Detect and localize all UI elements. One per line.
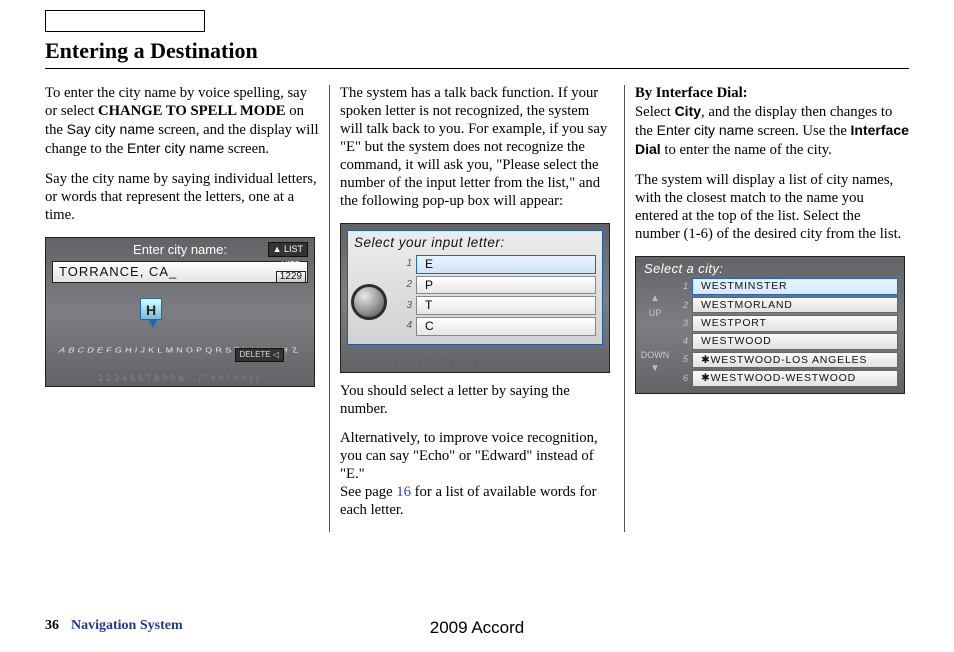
down-arrow-icon[interactable]: ▼ — [640, 362, 670, 376]
fig3-header: Select a city: — [636, 257, 904, 279]
row-number: 3 — [398, 300, 412, 312]
header-small-box — [45, 10, 205, 32]
column-2: The system has a talk back function. If … — [330, 85, 625, 532]
ui-label: City — [675, 103, 701, 119]
column-1: To enter the city name by voice spelling… — [45, 85, 330, 532]
city-row[interactable]: 2 WESTMORLAND — [674, 297, 898, 314]
scroll-arrows[interactable]: ▲ UP DOWN ▼ — [640, 292, 670, 376]
page-footer: 36 Navigation System 2009 Accord — [45, 618, 909, 634]
figure-select-input-letter: Select your input letter: 1 E 2 P 3 T — [340, 223, 610, 373]
fig3-list: ▲ UP DOWN ▼ 1 WESTMINSTER 2 WESTMORLAND … — [636, 278, 904, 392]
row-number: 6 — [674, 373, 688, 384]
bold-command: CHANGE TO SPELL MODE — [98, 103, 286, 119]
city-input-field[interactable]: TORRANCE, CA_ — [52, 261, 308, 283]
row-value: WESTMORLAND — [692, 297, 898, 314]
fig1-header: Enter city name: ▲ LIST — [46, 238, 314, 258]
interface-dial-icon[interactable] — [351, 284, 387, 320]
up-label: UP — [640, 306, 670, 320]
row-number: 1 — [674, 281, 688, 292]
down-label: DOWN — [640, 348, 670, 362]
letter-row[interactable]: 2 P — [398, 276, 596, 295]
row-value: WESTPORT — [692, 315, 898, 332]
row-value: P — [416, 276, 596, 295]
fig1-header-text: Enter city name: — [133, 242, 227, 257]
row-value: ✱WESTWOOD-WESTWOOD — [692, 370, 898, 387]
row-value: T — [416, 296, 596, 315]
row-number: 4 — [674, 336, 688, 347]
subheading: By Interface Dial: — [635, 85, 748, 101]
model-year: 2009 Accord — [45, 618, 909, 638]
hits-label: HITS — [276, 260, 306, 270]
city-row[interactable]: 4 WESTWOOD — [674, 333, 898, 350]
delete-button[interactable]: DELETE ◁ — [235, 348, 285, 362]
text: screen. Use the — [754, 123, 851, 139]
hits-value: 1229 — [276, 271, 306, 283]
screen-name: Enter city name — [657, 122, 754, 138]
fig2-bottom-row[interactable]: 1234567890&-./"+#*<>() — [341, 358, 609, 369]
city-row[interactable]: 5 ✱WESTWOOD-LOS ANGELES — [674, 352, 898, 369]
text: screen. — [224, 141, 269, 157]
row-number: 3 — [674, 318, 688, 329]
fig2-title: Select your input letter: — [354, 235, 596, 251]
keyboard-arc: ABCDEFGHIJKLMNOPQRSTUVWXYZ DELETE ◁ — [46, 306, 314, 364]
figure-select-city: Select a city: ▲ UP DOWN ▼ 1 WESTMINSTER… — [635, 256, 905, 394]
text: Select — [635, 104, 675, 120]
screen-name: Enter city name — [127, 140, 224, 156]
fig2-rows: 1 E 2 P 3 T 4 C — [398, 255, 596, 336]
letter-row[interactable]: 4 C — [398, 317, 596, 336]
row-value: WESTWOOD — [692, 333, 898, 350]
city-row[interactable]: 6 ✱WESTWOOD-WESTWOOD — [674, 370, 898, 387]
row-number: 1 — [398, 258, 412, 270]
text: to enter the name of the city. — [661, 142, 832, 158]
col3-heading-para: By Interface Dial: Select City, and the … — [635, 85, 909, 160]
letter-row[interactable]: 1 E — [398, 255, 596, 274]
hits-indicator: HITS 1229 — [276, 260, 306, 283]
text: See page — [340, 484, 396, 500]
column-3: By Interface Dial: Select City, and the … — [625, 85, 909, 532]
row-value: E — [416, 255, 596, 274]
screen-name: Say city name — [67, 121, 155, 137]
page-link[interactable]: 16 — [396, 484, 411, 500]
row-number: 2 — [398, 279, 412, 291]
fig2-panel: Select your input letter: 1 E 2 P 3 T — [347, 230, 603, 345]
row-number: 2 — [674, 300, 688, 311]
row-number: 4 — [398, 320, 412, 332]
row-value: WESTMINSTER — [692, 278, 898, 295]
col1-para1: To enter the city name by voice spelling… — [45, 85, 319, 159]
figure-enter-city-name: Enter city name: ▲ LIST TORRANCE, CA_ HI… — [45, 237, 315, 387]
letter-row[interactable]: 3 T — [398, 296, 596, 315]
content-columns: To enter the city name by voice spelling… — [45, 85, 909, 532]
city-row[interactable]: 1 WESTMINSTER — [674, 278, 898, 295]
fig1-bottom-row[interactable]: 1234567890&-./"+#*<>() — [46, 373, 314, 384]
row-number: 5 — [674, 354, 688, 365]
col3-para2: The system will display a list of city n… — [635, 172, 909, 244]
row-value: ✱WESTWOOD-LOS ANGELES — [692, 352, 898, 369]
city-row[interactable]: 3 WESTPORT — [674, 315, 898, 332]
col1-para2: Say the city name by saying individual l… — [45, 171, 319, 225]
page-title: Entering a Destination — [45, 38, 909, 69]
col2-para3: Alternatively, to improve voice recognit… — [340, 430, 614, 520]
col2-para1: The system has a talk back function. If … — [340, 85, 614, 211]
col2-para2: You should select a letter by saying the… — [340, 383, 614, 419]
text: Alternatively, to improve voice recognit… — [340, 430, 598, 482]
list-button[interactable]: ▲ LIST — [268, 242, 308, 257]
up-arrow-icon[interactable]: ▲ — [640, 292, 670, 306]
row-value: C — [416, 317, 596, 336]
